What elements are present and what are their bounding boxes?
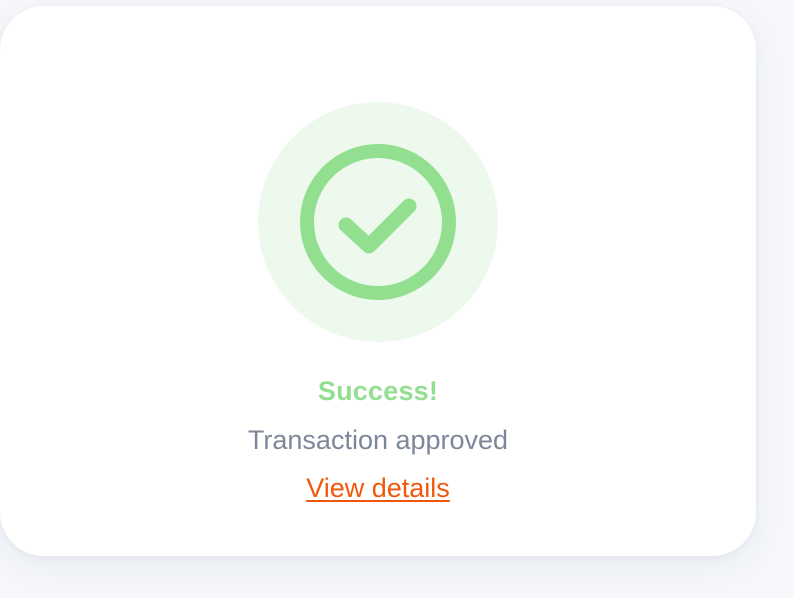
view-details-row: View details [0,473,756,504]
view-details-link[interactable]: View details [306,473,450,503]
success-icon-halo [258,102,498,342]
success-card: Success! Transaction approved View detai… [0,6,756,556]
check-circle-icon [300,144,456,300]
success-title: Success! [317,376,439,406]
success-message: Transaction approved [247,425,509,455]
